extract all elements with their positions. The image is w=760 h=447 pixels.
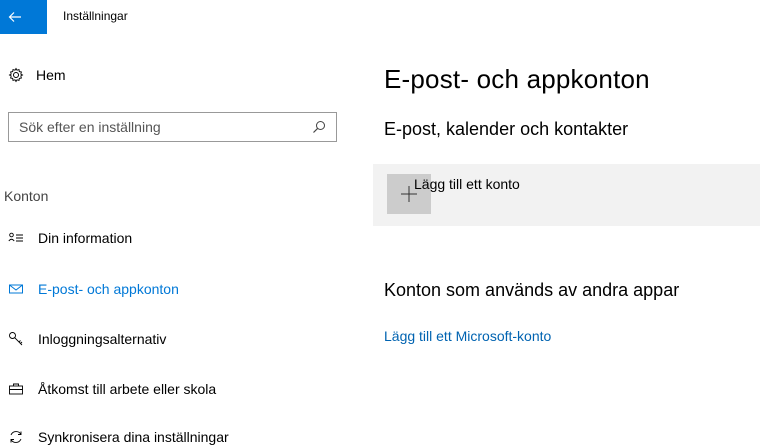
sidebar-item-your-info[interactable]: Din information <box>8 228 132 248</box>
window-title: Inställningar <box>63 9 128 23</box>
sidebar-item-email-accounts[interactable]: E-post- och appkonton <box>8 279 179 299</box>
person-info-icon <box>8 230 24 246</box>
nav-home[interactable]: Hem <box>8 67 66 83</box>
sidebar-item-label: Synkronisera dina inställningar <box>38 429 229 445</box>
sidebar-item-work-school[interactable]: Åtkomst till arbete eller skola <box>8 379 216 399</box>
nav-home-label: Hem <box>36 67 66 83</box>
sidebar-item-label: Åtkomst till arbete eller skola <box>38 381 217 397</box>
add-account-label: Lägg till ett konto <box>414 176 520 192</box>
search-icon[interactable] <box>312 120 326 134</box>
add-account-button[interactable]: Lägg till ett konto <box>373 164 760 226</box>
title-bar: Inställningar <box>0 0 760 34</box>
key-icon <box>8 331 24 347</box>
sidebar-item-label: Din information <box>38 230 133 246</box>
other-apps-section-title: Konton som används av andra appar <box>384 280 680 300</box>
back-button[interactable] <box>0 0 47 34</box>
sidebar-item-sign-in-options[interactable]: Inloggningsalternativ <box>8 329 166 349</box>
email-section-title: E-post, kalender och kontakter <box>384 119 629 139</box>
page-title: E-post- och appkonton <box>384 64 650 94</box>
section-label-accounts: Konton <box>4 188 49 204</box>
search-input[interactable] <box>19 119 312 135</box>
briefcase-icon <box>8 381 24 397</box>
sidebar-item-label: Inloggningsalternativ <box>38 331 167 347</box>
sync-icon <box>8 429 24 445</box>
sidebar-item-sync[interactable]: Synkronisera dina inställningar <box>8 427 229 447</box>
gear-icon <box>8 67 24 83</box>
back-arrow-icon <box>8 12 21 22</box>
sidebar-item-label: E-post- och appkonton <box>38 281 179 297</box>
search-box[interactable] <box>8 112 337 142</box>
add-microsoft-account-link[interactable]: Lägg till ett Microsoft-konto <box>384 328 551 344</box>
mail-icon <box>8 281 24 297</box>
